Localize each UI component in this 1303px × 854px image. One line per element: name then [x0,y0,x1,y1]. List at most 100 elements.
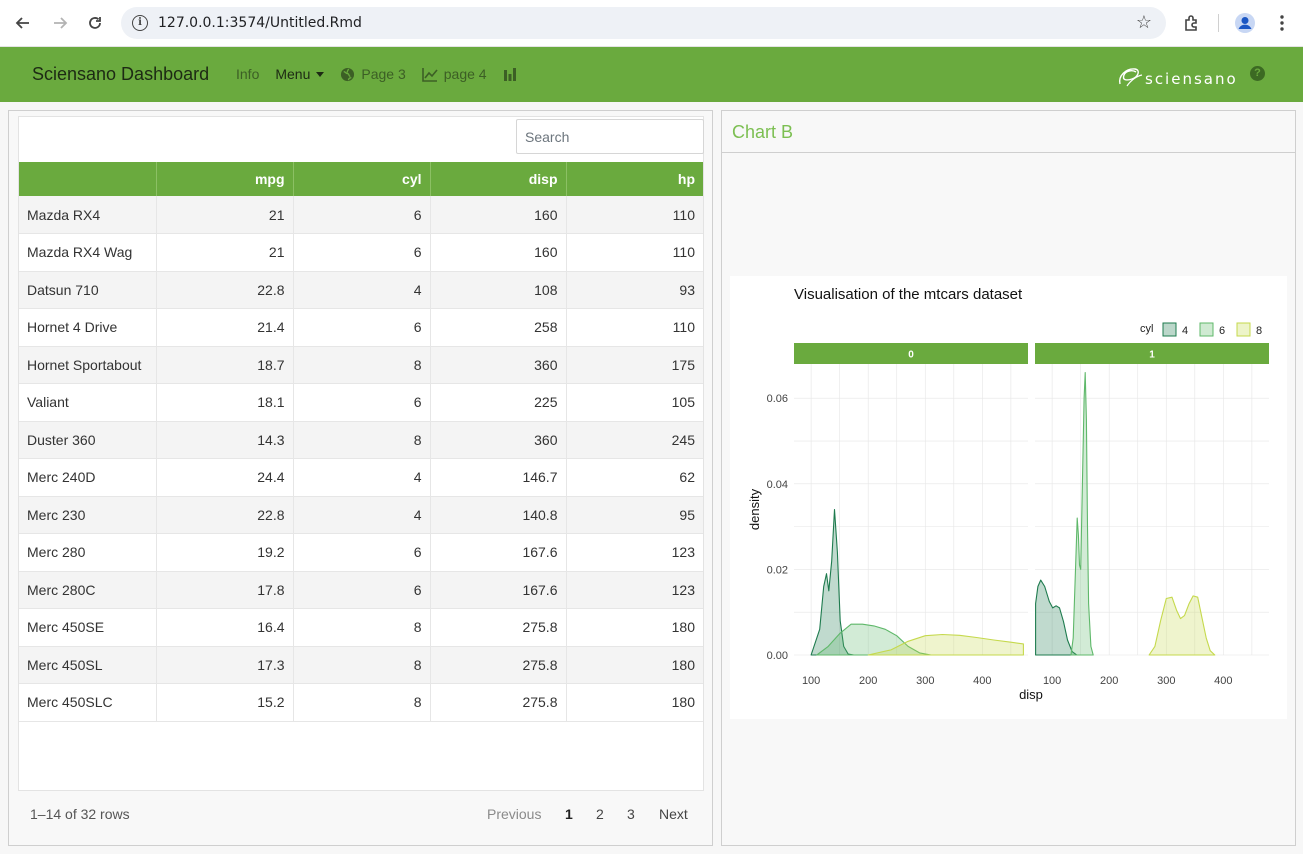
toolbar-divider [1218,14,1219,32]
next-page-button[interactable]: Next [659,806,688,822]
cell-cyl: 6 [293,233,431,272]
reload-icon[interactable] [82,10,108,36]
facet-label-0: 0 [908,350,914,361]
cell-hp: 110 [566,308,703,347]
cell-cyl: 6 [293,308,431,347]
help-icon[interactable]: ? [1250,66,1265,81]
cell-cyl: 4 [293,496,431,534]
bar-chart-icon [503,67,517,82]
table-header-row: mpg cyl disp hp [19,162,703,196]
cell-mpg: 22.8 [156,496,294,534]
search-input[interactable] [516,119,704,154]
chart-panel-divider [722,152,1295,153]
page-3-button[interactable]: 3 [627,806,635,822]
cell-hp: 245 [566,421,703,459]
dashboard-title[interactable]: Sciensano Dashboard [32,64,209,85]
table-row[interactable]: Hornet Sportabout 18.7 8 360 175 [19,346,703,384]
y-tick-label: 0.06 [767,393,788,405]
cell-name: Merc 450SL [19,646,157,684]
nav-item-menu-dropdown[interactable]: Menu [275,66,325,82]
legend-key-6 [1199,322,1214,337]
page-2-button[interactable]: 2 [596,806,604,822]
nav-item-page-3[interactable]: Page 3 [340,66,406,82]
nav-item-page-4[interactable]: page 4 [421,66,487,82]
table-row[interactable]: Datsun 710 22.8 4 108 93 [19,271,703,309]
table-row[interactable]: Hornet 4 Drive 21.4 6 258 110 [19,308,703,347]
table-row[interactable]: Merc 280 19.2 6 167.6 123 [19,533,703,572]
cell-mpg: 21.4 [156,308,294,347]
globe-icon [340,67,355,82]
x-tick-label: 400 [1214,675,1232,687]
cell-hp: 180 [566,683,703,722]
cell-mpg: 14.3 [156,421,294,459]
table-row[interactable]: Merc 450SE 16.4 8 275.8 180 [19,608,703,647]
facet-label-1: 1 [1149,350,1155,361]
legend-title: cyl [1140,323,1153,335]
nav-item-info[interactable]: Info [236,66,259,82]
table-row[interactable]: Merc 450SL 17.3 8 275.8 180 [19,646,703,684]
cell-mpg: 18.1 [156,383,294,422]
table-body: Mazda RX4 21 6 160 110 Mazda RX4 Wag 21 6 160 110… [19,196,703,722]
table-row[interactable]: Mazda RX4 21 6 160 110 [19,196,703,234]
nav-item-bar-chart[interactable] [503,67,523,82]
cell-name: Datsun 710 [19,271,157,309]
cell-mpg: 21 [156,233,294,272]
bookmark-star-icon[interactable]: ☆ [1136,12,1152,33]
table-row[interactable]: Merc 450SLC 15.2 8 275.8 180 [19,683,703,722]
table-row[interactable]: Merc 240D 24.4 4 146.7 62 [19,458,703,497]
profile-avatar-icon[interactable] [1233,10,1257,36]
density-area-cyl-6-facet-1 [1070,372,1094,656]
table-row[interactable]: Valiant 18.1 6 225 105 [19,383,703,422]
x-tick-label: 300 [1157,675,1175,687]
cell-mpg: 16.4 [156,608,294,647]
column-header-rowname[interactable] [19,162,157,196]
cell-cyl: 6 [293,196,431,234]
cell-mpg: 24.4 [156,458,294,497]
x-tick-label: 200 [1100,675,1118,687]
browser-menu-icon[interactable] [1270,10,1294,36]
table-row[interactable]: Merc 280C 17.8 6 167.6 123 [19,571,703,609]
cell-hp: 123 [566,533,703,572]
cell-name: Merc 280C [19,571,157,609]
legend-label-6: 6 [1219,325,1225,337]
column-header-mpg[interactable]: mpg [156,162,294,196]
y-tick-label: 0.00 [767,650,788,662]
cell-disp: 140.8 [430,496,567,534]
density-plot: Visualisation of the mtcars dataset cyl 4 6… [747,286,1269,702]
page-1-button[interactable]: 1 [565,806,573,822]
cell-hp: 110 [566,196,703,234]
cell-name: Mazda RX4 [19,196,157,234]
legend-label-4: 4 [1182,325,1188,337]
legend-label-8: 8 [1256,325,1262,337]
cell-hp: 180 [566,608,703,647]
extensions-icon[interactable] [1180,10,1204,36]
cell-cyl: 8 [293,421,431,459]
x-tick-label: 400 [973,675,991,687]
table-row[interactable]: Duster 360 14.3 8 360 245 [19,421,703,459]
data-table: mpg cyl disp hp Mazda RX4 21 6 160 110 Mazda … [19,162,703,722]
cell-disp: 160 [430,233,567,272]
cell-cyl: 8 [293,683,431,722]
table-row[interactable]: Mazda RX4 Wag 21 6 160 110 [19,233,703,272]
line-chart-icon [421,67,438,82]
previous-page-button[interactable]: Previous [487,806,541,822]
cell-hp: 105 [566,383,703,422]
cell-name: Merc 450SE [19,608,157,647]
column-header-disp[interactable]: disp [430,162,567,196]
column-header-cyl[interactable]: cyl [293,162,431,196]
column-header-hp[interactable]: hp [566,162,703,196]
nav-item-label: Info [236,66,260,82]
sciensano-logo[interactable]: sciensano [1117,58,1238,88]
cell-disp: 360 [430,421,567,459]
cell-name: Merc 280 [19,533,157,572]
address-bar[interactable]: i 127.0.0.1:3574/Untitled.Rmd ☆ [121,7,1166,39]
table-row[interactable]: Merc 230 22.8 4 140.8 95 [19,496,703,534]
cell-disp: 160 [430,196,567,234]
x-tick-label: 100 [1043,675,1061,687]
cell-disp: 225 [430,383,567,422]
site-info-icon[interactable]: i [132,15,148,31]
logo-text: sciensano [1145,70,1238,88]
nav-menu: Info Menu Page 3 page 4 [236,66,539,82]
back-icon[interactable] [10,10,36,36]
forward-icon[interactable] [47,10,73,36]
